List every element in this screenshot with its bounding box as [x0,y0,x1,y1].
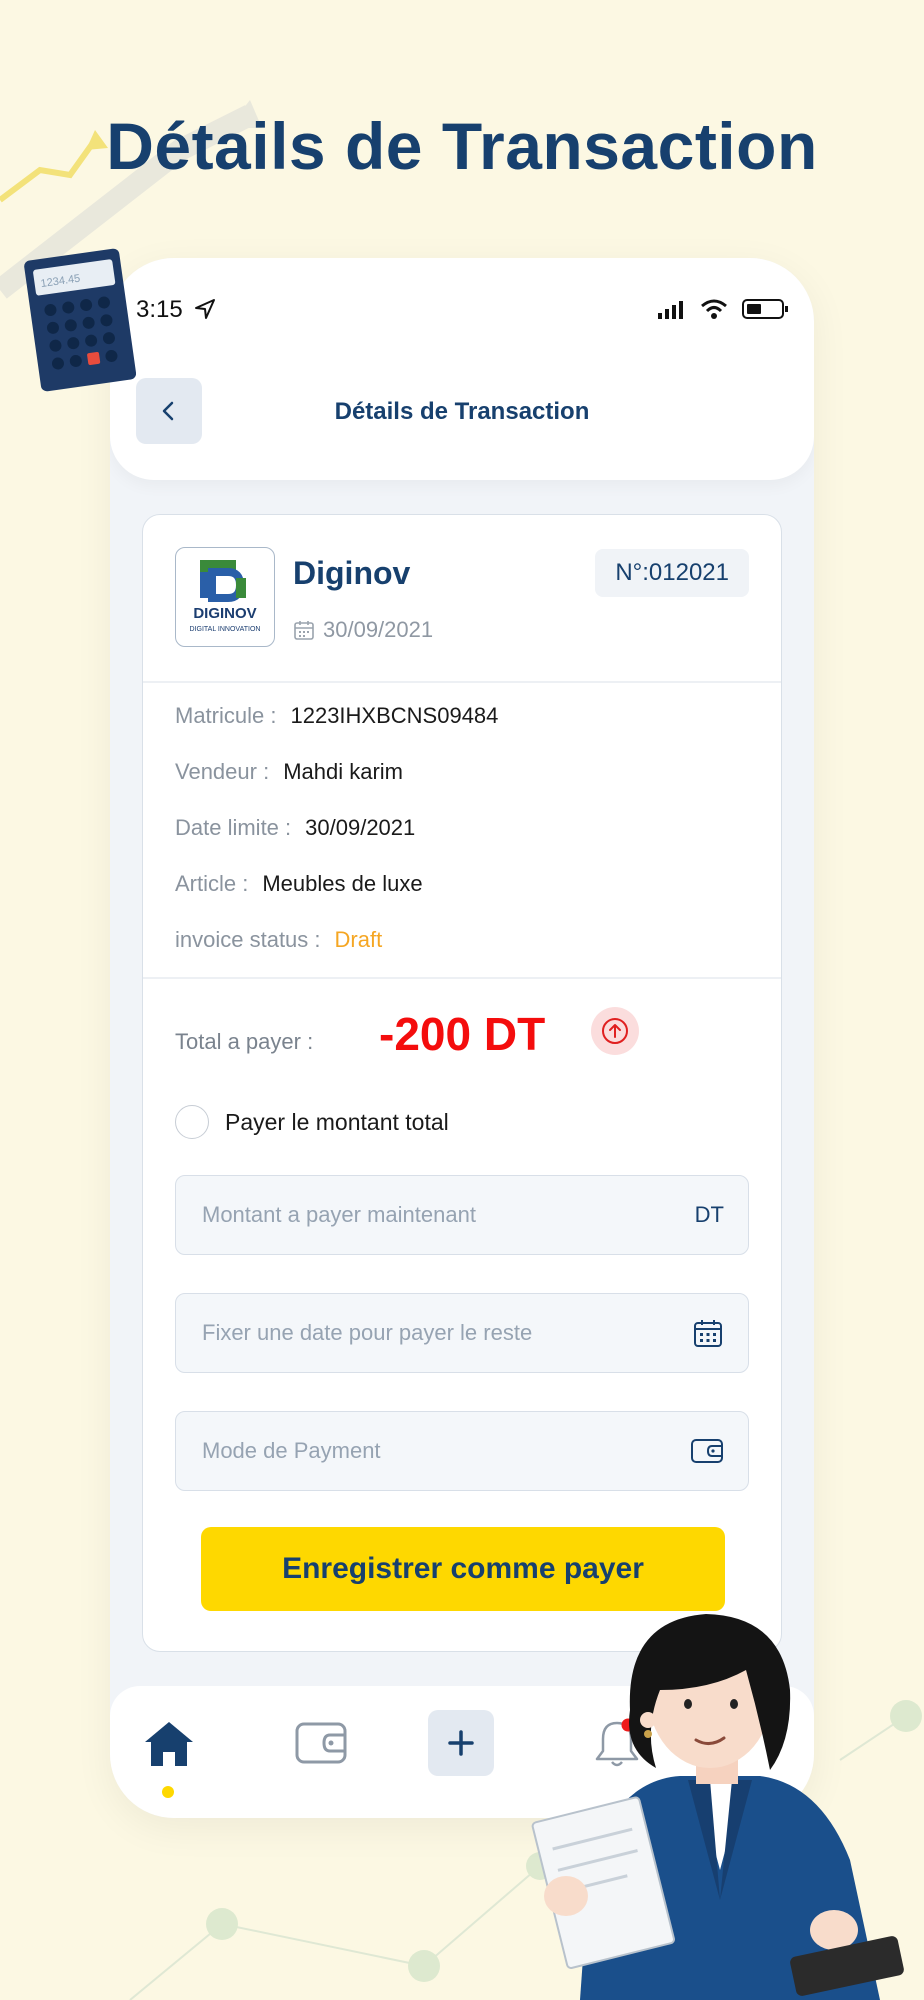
app-header: 3:15 Détails de Transaction [110,258,814,480]
payment-mode-field [175,1411,749,1491]
battery-icon [742,299,788,319]
page-title: Détails de Transaction [334,398,590,425]
divider [143,681,781,683]
pay-full-label: Payer le montant total [225,1109,449,1135]
status-time-text: 3:15 [136,296,183,323]
expand-total-button[interactable] [591,1007,639,1055]
status-time: 3:15 [136,296,217,324]
detail-row-invoice-status: invoice status : Draft [175,927,382,953]
detail-value: Mahdi karim [283,759,403,784]
invoice-date: 30/09/2021 [293,617,433,643]
logo-subtext: DIGITAL INNOVATION [190,626,261,633]
invoice-card: DIGINOV DIGITAL INNOVATION Diginov 30/09… [142,514,782,1652]
calendar-icon[interactable] [692,1317,724,1349]
calendar-icon [294,621,314,640]
detail-label: Matricule : [175,703,277,728]
due-date-input[interactable] [200,1319,644,1347]
wallet-icon [295,1722,347,1764]
detail-value: 1223IHXBCNS09484 [290,703,499,728]
detail-label: Article : [175,871,249,896]
amount-field: DT [175,1175,749,1255]
nav-wallet[interactable] [288,1710,354,1776]
promo-title: Détails de Transaction [106,109,818,183]
payment-mode-input[interactable] [200,1437,644,1465]
home-icon [145,1722,193,1766]
logo-wordmark: DIGINOV [193,605,256,622]
location-arrow-icon [195,299,216,319]
company-name: Diginov [293,555,411,591]
detail-row-vendeur: Vendeur : Mahdi karim [175,759,403,785]
wifi-icon [701,299,727,319]
status-badge: Draft [334,927,383,952]
detail-row-matricule: Matricule : 1223IHXBCNS09484 [175,703,498,729]
invoice-number-badge: N°:012021 [595,549,749,597]
amount-input[interactable] [200,1201,644,1229]
woman-illustration [531,1614,904,2000]
total-amount: -200 DT [379,1008,546,1060]
status-icons [658,298,790,320]
invoice-date-text: 30/09/2021 [323,617,434,642]
detail-label: Vendeur : [175,759,270,784]
arrow-up-circle-icon [602,1018,628,1044]
nav-home[interactable] [136,1710,202,1776]
detail-row-article: Article : Meubles de luxe [175,871,423,897]
phone-frame: 3:15 Détails de Transaction DIGINOV DIGI… [110,258,814,1818]
detail-value: 30/09/2021 [305,815,416,840]
calculator-illustration: 1234.45 [24,248,136,392]
detail-label: invoice status : [175,927,321,952]
company-logo: DIGINOV DIGITAL INNOVATION [175,547,275,647]
plus-icon [448,1730,474,1756]
signal-icon [658,301,683,319]
detail-row-date-limite: Date limite : 30/09/2021 [175,815,415,841]
total-label: Total a payer : [175,1029,314,1054]
active-indicator [162,1786,174,1798]
due-date-field [175,1293,749,1373]
save-as-paid-button[interactable]: Enregistrer comme payer [201,1527,725,1611]
pay-full-radio[interactable] [175,1105,209,1139]
diginov-logo: DIGINOV DIGITAL INNOVATION [190,560,261,633]
detail-value: Meubles de luxe [262,871,423,896]
divider [143,977,781,979]
nav-add-button[interactable] [428,1710,494,1776]
detail-label: Date limite : [175,815,292,840]
wallet-icon[interactable] [690,1436,724,1466]
currency-suffix: DT [694,1202,724,1227]
